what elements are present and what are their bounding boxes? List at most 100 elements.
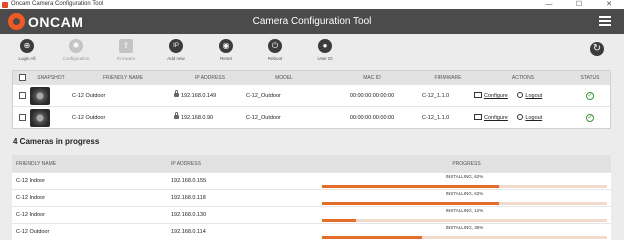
- configuration-label: Configuration: [62, 56, 90, 61]
- progress-cell: INSTALLING, 62%: [322, 173, 607, 190]
- header-progress: Progress: [452, 160, 481, 167]
- progress-bar: [322, 201, 607, 205]
- select-all-checkbox[interactable]: [19, 74, 26, 81]
- table-row[interactable]: C-12 Outdoor 192.168.0.90 C-12_Outdoor 0…: [13, 106, 610, 128]
- app-icon: [2, 1, 8, 8]
- header-mac-id: MAC ID: [363, 74, 381, 81]
- progress-status-text: INSTALLING, 12%: [445, 207, 484, 213]
- header-actions: Actions: [511, 74, 535, 81]
- add-new-button[interactable]: IP Add new: [156, 39, 196, 61]
- progress-camera-name: C-12 Indoor: [16, 195, 46, 201]
- row-checkbox[interactable]: [19, 92, 26, 99]
- camera-model: C-12_Outdoor: [246, 92, 281, 99]
- configure-link[interactable]: Configure: [484, 93, 508, 99]
- header-ip-address: IP Address: [195, 74, 225, 81]
- camera-snapshot: [30, 108, 50, 127]
- lock-icon: [174, 111, 179, 119]
- camera-name: C-12 Outdoor: [72, 92, 106, 99]
- reset-label: Reset: [220, 56, 232, 61]
- logout-link[interactable]: Logout: [525, 93, 542, 99]
- progress-table: Friendly Name IP Address Progress C-12 I…: [12, 155, 611, 240]
- progress-camera-ip: 192.168.0.118: [171, 195, 206, 201]
- maximize-button[interactable]: ☐: [564, 0, 594, 9]
- progress-status-text: INSTALLING, 35%: [445, 224, 484, 230]
- power-icon: ⏻: [268, 39, 282, 53]
- user-id-button[interactable]: ● User ID: [305, 39, 345, 61]
- progress-status-text: INSTALLING, 62%: [445, 173, 484, 179]
- camera-firmware: C-12_1.1.0: [422, 92, 450, 99]
- login-all-button[interactable]: ⊕ Login All: [7, 39, 47, 61]
- window-titlebar: Oncam Camera Configuration Tool — ☐ ✕: [0, 0, 624, 9]
- user-icon: ●: [318, 39, 332, 53]
- camera-mac: 00:00:00:00:00:00: [349, 92, 395, 99]
- progress-bar-fill: [322, 218, 357, 222]
- row-actions: Configure Logout: [474, 92, 572, 99]
- progress-bar-fill: [322, 235, 422, 239]
- header-status: Status: [580, 74, 600, 81]
- progress-camera-ip: 192.168.0.114: [171, 229, 206, 235]
- logo-mark-icon: [8, 13, 25, 30]
- camera-ip-text: 192.168.0.90: [181, 114, 214, 121]
- camera-mac: 00:00:00:00:00:00: [349, 114, 395, 121]
- progress-section-title: 4 Cameras in progress: [13, 137, 100, 146]
- firmware-label: Firmware: [116, 56, 136, 61]
- progress-cell: INSTALLING, 12%: [322, 207, 607, 224]
- progress-status-text: INSTALLING, 62%: [445, 190, 484, 196]
- header-ip-address: IP Address: [171, 160, 201, 167]
- table-row[interactable]: C-12 Outdoor 192.168.0.149 C-12_Outdoor …: [13, 84, 610, 106]
- progress-table-header: Friendly Name IP Address Progress: [12, 155, 611, 172]
- minimize-button[interactable]: —: [534, 0, 564, 9]
- logout-icon: [517, 114, 524, 121]
- page-title: Camera Configuration Tool: [252, 16, 372, 27]
- status-ok-icon: ✓: [586, 91, 594, 100]
- logout-icon: [517, 92, 524, 99]
- configure-link[interactable]: Configure: [484, 115, 508, 121]
- app-header: ONCAM Camera Configuration Tool: [0, 9, 624, 34]
- add-new-label: Add new: [167, 56, 185, 61]
- camera-firmware: C-12_1.1.0: [422, 114, 450, 121]
- progress-camera-ip: 192.168.0.155: [171, 178, 207, 184]
- camera-ip: 192.168.0.149: [174, 89, 246, 99]
- camera-name: C-12 Outdoor: [72, 114, 106, 121]
- progress-bar: [322, 218, 607, 222]
- progress-row: C-12 Indoor 192.168.0.130 INSTALLING, 12%: [12, 206, 611, 223]
- progress-row: C-12 Indoor 192.168.0.155 INSTALLING, 62%: [12, 172, 611, 189]
- window-title: Oncam Camera Configuration Tool: [11, 1, 104, 7]
- reset-button[interactable]: ◉ Reset: [206, 39, 246, 61]
- refresh-icon[interactable]: ↻: [590, 42, 604, 56]
- logo-text: ONCAM: [28, 13, 84, 30]
- reset-icon: ◉: [219, 39, 233, 53]
- progress-row: C-12 Indoor 192.168.0.118 INSTALLING, 62%: [12, 189, 611, 206]
- gear-icon: ✱: [69, 39, 83, 53]
- camera-snapshot: [30, 86, 50, 105]
- header-snapshot: Snapshot: [37, 74, 65, 81]
- progress-bar-fill: [322, 201, 499, 205]
- camera-model: C-12_Outdoor: [246, 114, 281, 121]
- user-id-label: User ID: [317, 56, 333, 61]
- header-friendly-name: Friendly Name: [102, 74, 144, 81]
- login-icon: ⊕: [20, 39, 34, 53]
- hamburger-menu-icon[interactable]: [599, 16, 611, 27]
- firmware-button[interactable]: ⇪ Firmware: [106, 39, 146, 61]
- ip-add-icon: IP: [169, 39, 183, 53]
- table-header: Snapshot Friendly Name IP Address Model …: [13, 71, 610, 84]
- progress-camera-name: C-12 Outdoor: [16, 229, 50, 235]
- configuration-button[interactable]: ✱ Configuration: [56, 39, 96, 61]
- progress-cell: INSTALLING, 62%: [322, 190, 607, 207]
- progress-camera-name: C-12 Indoor: [16, 178, 46, 184]
- configure-icon: [474, 92, 482, 99]
- login-all-label: Login All: [18, 56, 36, 61]
- row-actions: Configure Logout: [474, 114, 572, 121]
- oncam-logo: ONCAM: [8, 13, 83, 30]
- configure-icon: [474, 114, 482, 121]
- progress-bar: [322, 235, 607, 239]
- upload-icon: ⇪: [119, 39, 133, 53]
- close-button[interactable]: ✕: [594, 0, 624, 9]
- camera-ip: 192.168.0.90: [174, 111, 246, 121]
- status-ok-icon: ✓: [586, 113, 594, 122]
- camera-table: Snapshot Friendly Name IP Address Model …: [12, 70, 611, 129]
- header-model: Model: [275, 74, 293, 81]
- row-checkbox[interactable]: [19, 114, 26, 121]
- logout-link[interactable]: Logout: [525, 115, 542, 121]
- reboot-button[interactable]: ⏻ Reboot: [255, 39, 295, 61]
